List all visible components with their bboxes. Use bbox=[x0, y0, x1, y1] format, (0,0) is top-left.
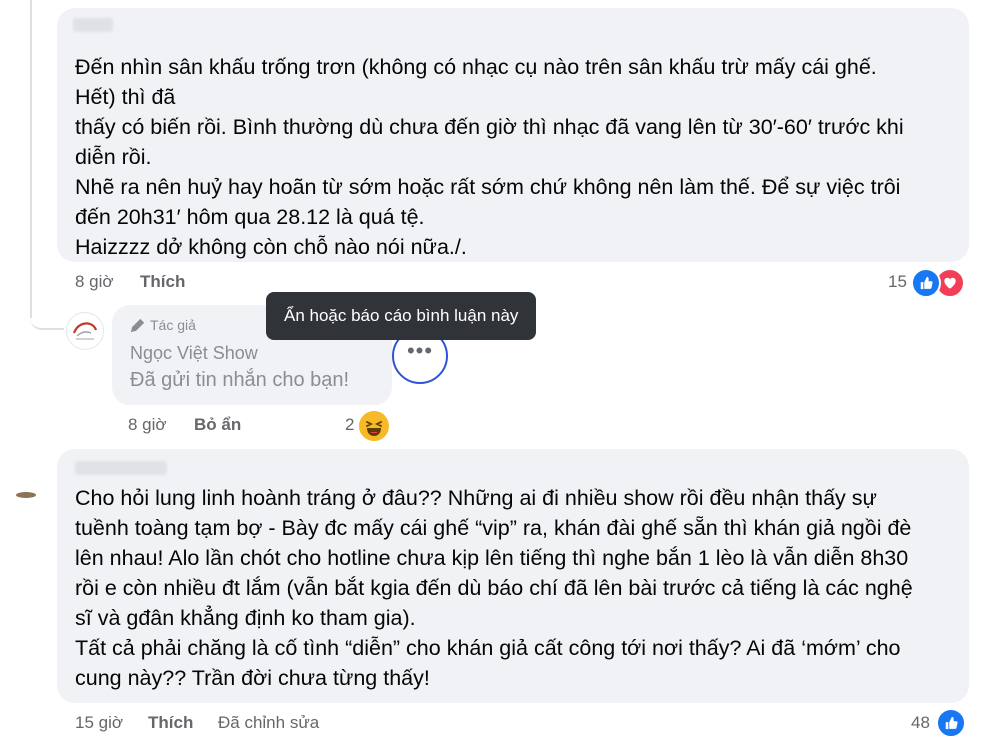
comment-line: diễn rồi. bbox=[75, 145, 152, 169]
comment-timestamp[interactable]: 15 giờ bbox=[75, 713, 123, 733]
haha-icon bbox=[357, 409, 391, 443]
comment-line: Haizzzz dở không còn chỗ nào nói nữa./. bbox=[75, 235, 467, 259]
author-name[interactable]: Ngọc Việt Show bbox=[130, 343, 258, 364]
commenter-name[interactable] bbox=[75, 461, 167, 475]
thread-line bbox=[30, 0, 32, 318]
pencil-icon bbox=[130, 318, 145, 332]
like-icon bbox=[936, 708, 966, 738]
comment-line: Hết) thì đã bbox=[75, 85, 176, 109]
like-button[interactable]: Thích bbox=[140, 272, 185, 292]
comment-line: Nhẽ ra nên huỷ hay hoãn từ sớm hoặc rất … bbox=[75, 175, 901, 199]
reply-timestamp[interactable]: 8 giờ bbox=[128, 415, 167, 435]
like-button[interactable]: Thích bbox=[148, 713, 193, 733]
like-icon bbox=[911, 268, 941, 298]
comment-line: rồi e còn nhiều đt lắm (vẫn bắt kgia đến… bbox=[75, 576, 913, 600]
reaction-count[interactable]: 2 bbox=[345, 415, 354, 435]
comment-line: Đến nhìn sân khấu trống trơn (không có n… bbox=[75, 55, 877, 79]
comment-line: lên nhau! Alo lần chót cho hotline chưa … bbox=[75, 546, 909, 570]
more-icon: ••• bbox=[406, 338, 434, 363]
comment-line: tuềnh toàng tạm bợ - Bày đc mấy cái ghế … bbox=[75, 516, 912, 540]
thread-connector bbox=[30, 300, 64, 330]
author-badge-label: Tác giả bbox=[150, 317, 196, 333]
comment-bubble: Cho hỏi lung linh hoành tráng ở đâu?? Nh… bbox=[57, 449, 969, 703]
tooltip: Ẩn hoặc báo cáo bình luận này bbox=[266, 292, 537, 340]
comment-line: cung này?? Trần đời chưa từng thấy! bbox=[75, 666, 430, 690]
reaction-count[interactable]: 15 bbox=[888, 272, 907, 292]
comment-line: thấy có biến rồi. Bình thường dù chưa đế… bbox=[75, 115, 904, 139]
reaction-count[interactable]: 48 bbox=[911, 713, 930, 733]
reply-text: Đã gửi tin nhắn cho bạn! bbox=[130, 369, 350, 391]
edited-label: Đã chỉnh sửa bbox=[218, 713, 320, 732]
comment-line: Cho hỏi lung linh hoành tráng ở đâu?? Nh… bbox=[75, 486, 877, 510]
commenter-name[interactable] bbox=[73, 18, 113, 32]
comment-line: đến 20h31′ hôm qua 28.12 là quá tệ. bbox=[75, 205, 425, 229]
comment-line: Tất cả phải chăng là cố tình “diễn” cho … bbox=[75, 636, 901, 660]
comment-line: sĩ và gđân khẳng định ko tham gia). bbox=[75, 606, 416, 630]
unhide-button[interactable]: Bỏ ẩn bbox=[194, 415, 241, 435]
comment-bubble: Đến nhìn sân khấu trống trơn (không có n… bbox=[57, 8, 969, 262]
commenter-avatar[interactable] bbox=[4, 478, 38, 512]
author-badge: Tác giả bbox=[130, 317, 196, 333]
comment-timestamp[interactable]: 8 giờ bbox=[75, 272, 114, 292]
author-avatar[interactable] bbox=[66, 312, 104, 350]
